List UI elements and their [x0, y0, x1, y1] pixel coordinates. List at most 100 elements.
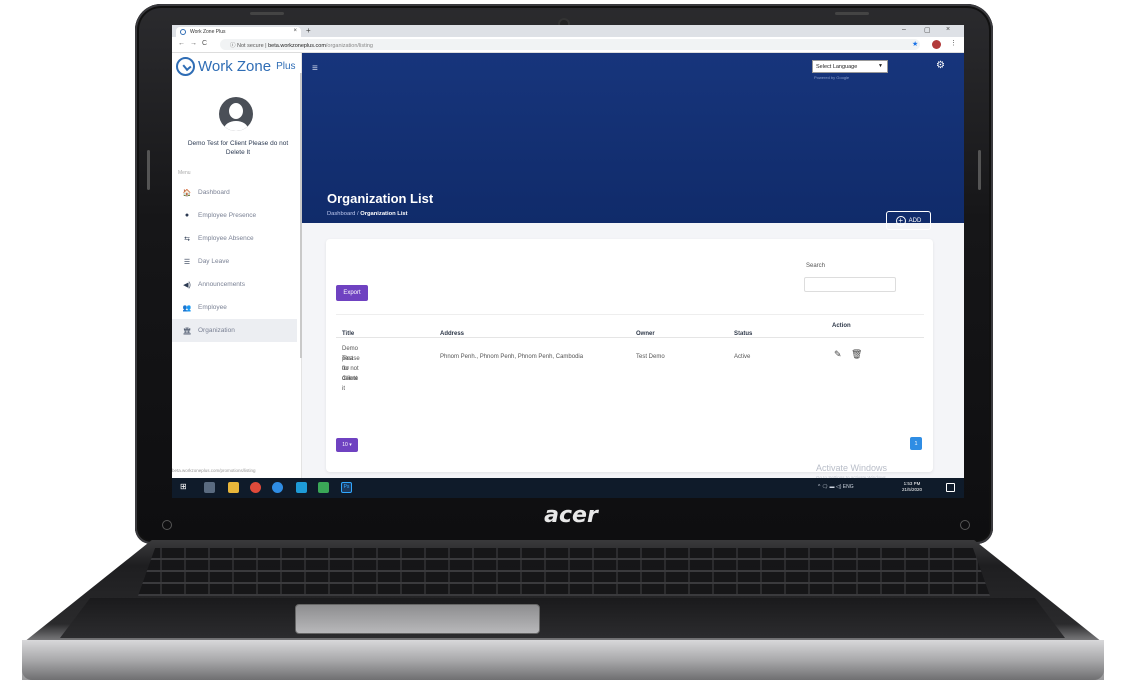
app-blue-icon[interactable] [272, 482, 283, 493]
sidebar-item-label: Employee Presence [198, 212, 257, 219]
presence-icon: ● [184, 212, 190, 219]
sidebar-item-label: Dashboard [198, 189, 230, 196]
lid-edge-left [147, 150, 150, 190]
back-button[interactable]: ← [178, 40, 185, 47]
reload-button[interactable]: C [202, 40, 207, 47]
sidebar-item-label: Employee [198, 304, 227, 311]
cell-owner: Test Demo [636, 354, 665, 360]
new-tab-button[interactable]: + [306, 26, 311, 35]
tab-title: Work Zone Plus [190, 29, 226, 35]
avatar [219, 97, 253, 131]
chevron-down-icon: ▼ [878, 63, 883, 69]
gear-icon[interactable]: ⚙ [936, 60, 945, 71]
logo-text: Work Zone [198, 58, 272, 75]
system-tray[interactable]: ^ 🗨 ▬ ◁) ENG [818, 484, 854, 490]
cell-status: Active [734, 354, 751, 360]
sort-icon: ↑↓ [737, 331, 743, 337]
sidebar-item-day-leave[interactable]: ☰ Day Leave [172, 250, 297, 273]
search-input[interactable] [804, 277, 896, 292]
clock-logo-icon [176, 57, 195, 76]
favicon-icon [180, 29, 186, 35]
cell-address: Phnom Penh., Phnom Penh, Phnom Penh, Cam… [440, 354, 584, 360]
pagination-page-1[interactable]: 1 [910, 437, 922, 450]
windows-taskbar: ⊞ Ps ^ 🗨 ▬ ◁) ENG 1:53 PM 21/5/2020 [172, 478, 964, 498]
sidebar-item-label: Employee Absence [198, 235, 254, 242]
sidebar-item-dashboard[interactable]: 🏠 Dashboard [172, 181, 297, 204]
sidebar: Work Zone Plus Demo Test for Client Plea… [172, 53, 302, 478]
column-header-action: Action [832, 323, 851, 329]
sidebar-item-employee-absence[interactable]: ⇆ Employee Absence [172, 227, 297, 250]
organization-table: Title ↑↓ Address ↑↓ Owner ↑↓ Status ↑↓ Actio… [336, 314, 924, 392]
page-title: Organization List [327, 191, 434, 206]
minimize-button[interactable]: – [902, 26, 906, 33]
lid-edge-right [978, 150, 981, 190]
file-explorer-icon[interactable] [228, 482, 239, 493]
screen: Work Zone Plus × + – ▢ × ← → C ⓘ Not sec… [172, 25, 964, 498]
forward-button[interactable]: → [190, 40, 197, 47]
breadcrumb-dashboard[interactable]: Dashboard [327, 211, 355, 217]
notification-icon[interactable] [946, 483, 955, 492]
sidebar-item-organization[interactable]: 🏛 Organization [172, 319, 297, 342]
sidebar-menu: 🏠 Dashboard ● Employee Presence ⇆ Employee Ab… [172, 181, 297, 342]
photoshop-icon[interactable]: Ps [341, 482, 352, 493]
browser-toolbar: ← → C ⓘ Not secure | beta.workzoneplus.c… [172, 37, 964, 53]
browser-menu-icon[interactable]: ⋮ [950, 39, 957, 47]
sidebar-item-label: Day Leave [198, 258, 230, 265]
task-view-icon[interactable] [204, 482, 215, 493]
search-label: Search [806, 263, 826, 269]
maximize-button[interactable]: ▢ [924, 26, 931, 34]
sidebar-item-employee[interactable]: 👥 Employee [172, 296, 297, 319]
chrome-icon[interactable] [250, 482, 261, 493]
lid-mark-left [250, 12, 284, 15]
sidebar-item-announcements[interactable]: ◀) Announcements [172, 273, 297, 296]
activate-windows-title: Activate Windows [816, 463, 888, 473]
status-bar-url: beta.workzoneplus.com/promotions/listing [172, 468, 256, 473]
sidebar-item-label: Announcements [198, 281, 245, 288]
security-indicator[interactable]: ⓘ Not secure [230, 43, 264, 49]
hamburger-menu-icon[interactable]: ≡ [312, 63, 318, 74]
breadcrumb: Dashboard / Organization List [327, 211, 408, 217]
sidebar-item-label: Organization [198, 327, 235, 334]
url-host: beta.workzoneplus.com [268, 43, 326, 49]
delete-icon[interactable]: 🗑 [851, 349, 862, 360]
lid-bumper-left [162, 520, 172, 530]
absence-icon: ⇆ [184, 235, 190, 243]
add-button[interactable]: + ADD [886, 211, 931, 230]
browser-tab[interactable]: Work Zone Plus × [176, 27, 301, 37]
app: Work Zone Plus Demo Test for Client Plea… [172, 53, 964, 480]
language-select[interactable]: Select Language ▼ [812, 60, 888, 73]
touchpad [295, 604, 540, 634]
add-button-label: ADD [908, 217, 922, 224]
app-green-icon[interactable] [318, 482, 329, 493]
keyboard-rows [138, 548, 990, 596]
list-icon: ☰ [183, 258, 191, 266]
users-icon: 👥 [182, 304, 192, 312]
app-teal-icon[interactable] [296, 482, 307, 493]
brand-logo: acer [544, 503, 598, 528]
export-button[interactable]: Export [336, 285, 368, 301]
powered-by-text: Powered by Google [814, 75, 850, 80]
clock-date: 21/5/2020 [902, 487, 923, 492]
bookmark-star-icon[interactable]: ★ [912, 40, 918, 48]
plus-circle-icon: + [895, 215, 906, 226]
profile-avatar[interactable] [932, 40, 941, 49]
page-size-select[interactable]: 10 ▾ [336, 438, 358, 452]
breadcrumb-current: Organization List [360, 211, 408, 217]
home-icon: 🏠 [182, 189, 192, 197]
breadcrumb-separator: / [356, 211, 359, 217]
sort-icon: ↑↓ [443, 331, 449, 337]
laptop-front-edge [22, 640, 1104, 680]
edit-icon[interactable]: ✎ [834, 349, 842, 360]
sort-icon: ↑↓ [639, 331, 645, 337]
tab-close-icon[interactable]: × [293, 28, 297, 34]
sidebar-item-employee-presence[interactable]: ● Employee Presence [172, 204, 297, 227]
taskbar-clock[interactable]: 1:53 PM 21/5/2020 [902, 481, 922, 493]
browser-tabbar: Work Zone Plus × + – ▢ × [172, 25, 964, 37]
table-row: Demo Test for Client please do not delet… [342, 346, 863, 392]
close-window-button[interactable]: × [946, 26, 950, 33]
table-header: Title ↑↓ Address ↑↓ Owner ↑↓ Status ↑↓ Actio… [336, 314, 924, 338]
user-name: Demo Test for Client Please do not Delet… [187, 140, 289, 156]
app-logo[interactable]: Work Zone Plus [176, 57, 296, 76]
windows-start-icon[interactable]: ⊞ [180, 482, 191, 493]
address-bar[interactable]: ⓘ Not secure | beta.workzoneplus.com/org… [220, 39, 920, 50]
